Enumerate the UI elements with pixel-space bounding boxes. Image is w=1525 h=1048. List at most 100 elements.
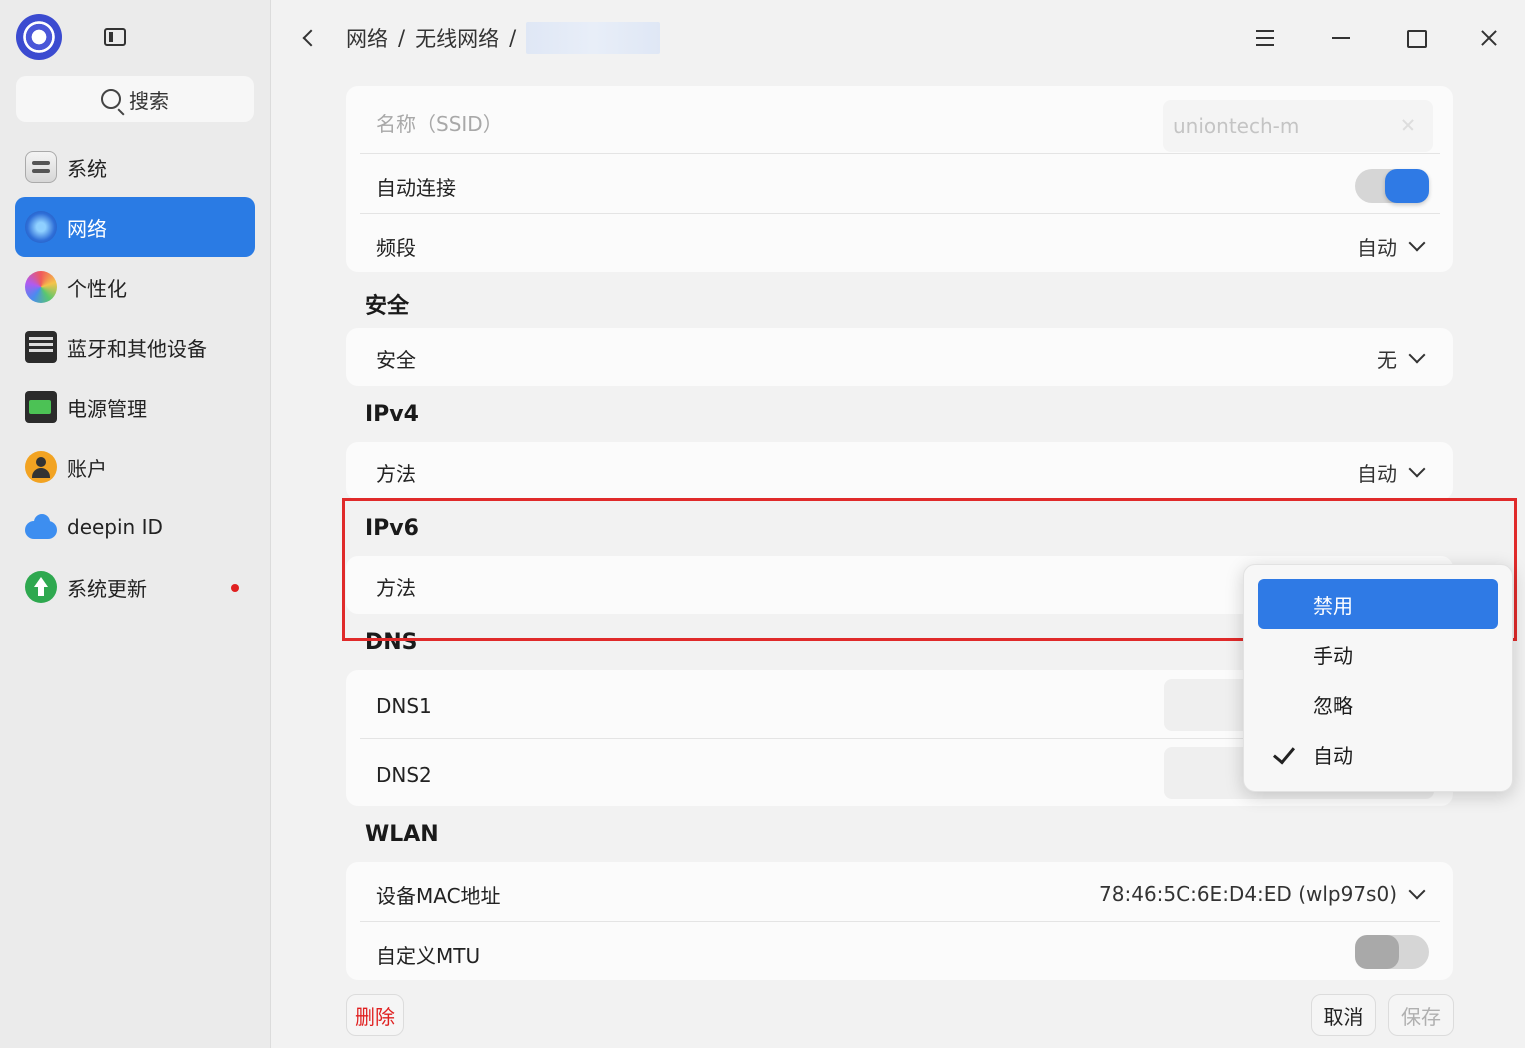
breadcrumb-redacted-ssid [526,22,661,54]
menu-icon[interactable] [1249,22,1281,54]
sidebar-item-personalization[interactable]: 个性化 [15,257,255,317]
close-icon[interactable] [1473,22,1505,54]
system-icon [25,151,57,183]
divider [360,153,1440,154]
sidebar-item-label: 电源管理 [67,396,147,421]
mac-label: 设备MAC地址 [376,883,501,908]
security-label: 安全 [376,347,416,372]
mtu-label: 自定义MTU [376,943,481,968]
checkmark-icon [1272,741,1296,765]
sidebar-item-accounts[interactable]: 账户 [15,437,255,497]
clear-icon [1401,118,1415,132]
sidebar-item-system[interactable]: 系统 [15,137,255,197]
security-row: 安全 无 [346,328,1453,388]
ssid-value: uniontech-m [1173,114,1300,138]
chevron-down-icon [1408,882,1426,900]
save-button[interactable]: 保存 [1388,994,1454,1036]
app-logo-icon [16,14,62,60]
auto-connect-row: 自动连接 [346,156,1453,216]
sidebar-item-bluetooth[interactable]: 蓝牙和其他设备 [15,317,255,377]
ipv4-method-select[interactable]: 自动 [1357,458,1426,487]
band-value: 自动 [1357,235,1397,260]
auto-connect-toggle[interactable] [1355,169,1429,203]
mac-select[interactable]: 78:46:5C:6E:D4:ED (wlp97s0) [1099,882,1426,906]
general-card: 名称（SSID） uniontech-m 自动连接 频段 自动 [346,86,1453,272]
ipv4-section-title: IPv4 [365,402,419,427]
sidebar-item-label: 系统更新 [67,576,147,601]
chevron-down-icon [1408,460,1426,478]
dropdown-option-disable[interactable]: 禁用 [1258,579,1498,629]
breadcrumb-network[interactable]: 网络 [346,23,388,53]
network-globe-icon [25,211,57,243]
wlan-card: 设备MAC地址 78:46:5C:6E:D4:ED (wlp97s0) 自定义M… [346,862,1453,980]
toggle-knob [1355,935,1399,969]
maximize-icon[interactable] [1399,22,1431,54]
sidebar-item-label: 个性化 [67,276,127,301]
dropdown-option-manual[interactable]: 手动 [1258,629,1498,679]
toggle-knob [1385,169,1429,203]
mtu-row: 自定义MTU [346,924,1453,984]
ipv4-card: 方法 自动 [346,442,1453,500]
sidebar-item-power[interactable]: 电源管理 [15,377,255,437]
option-label: 自动 [1313,743,1353,768]
option-label: 手动 [1313,643,1353,668]
sidebar-nav: 系统 网络 个性化 蓝牙和其他设备 电源管理 账户 deepin ID 系统更新 [15,137,255,617]
dropdown-option-ignore[interactable]: 忽略 [1258,679,1498,729]
divider [360,921,1440,922]
ipv4-method-row: 方法 自动 [346,442,1453,502]
sidebar-item-label: deepin ID [67,515,163,539]
auto-connect-label: 自动连接 [376,175,456,200]
band-select[interactable]: 自动 [1357,232,1426,261]
option-label: 禁用 [1313,593,1353,618]
update-badge [231,584,239,592]
delete-button[interactable]: 删除 [346,994,404,1036]
ipv6-section-title: IPv6 [365,516,419,541]
sidebar-item-label: 系统 [67,156,107,181]
security-select[interactable]: 无 [1377,344,1426,373]
mac-row: 设备MAC地址 78:46:5C:6E:D4:ED (wlp97s0) [346,864,1453,924]
ssid-field: uniontech-m [1163,100,1433,152]
ipv4-method-value: 自动 [1357,461,1397,486]
minimize-icon[interactable] [1325,22,1357,54]
dns-section-title: DNS [365,630,418,655]
chevron-down-icon [1408,234,1426,252]
dns1-label: DNS1 [376,694,432,718]
sidebar-item-deepin-id[interactable]: deepin ID [15,497,255,557]
cloud-icon [25,511,57,543]
sidebar-item-label: 账户 [67,456,107,481]
security-value: 无 [1377,347,1397,372]
search-label: 搜索 [129,88,169,113]
security-section-title: 安全 [365,294,410,319]
ipv6-method-label: 方法 [376,575,416,600]
sidebar: 搜索 系统 网络 个性化 蓝牙和其他设备 电源管理 账户 deepin ID 系… [0,0,271,1048]
security-card: 安全 无 [346,328,1453,386]
update-arrow-icon [25,571,57,603]
breadcrumb-separator: / [509,26,517,50]
sidebar-toggle-icon[interactable] [104,28,126,46]
sidebar-item-network[interactable]: 网络 [15,197,255,257]
option-label: 忽略 [1313,693,1353,718]
user-icon [25,451,57,483]
search-icon [101,89,121,109]
ipv4-method-label: 方法 [376,461,416,486]
band-row: 频段 自动 [346,216,1453,276]
dropdown-option-auto[interactable]: 自动 [1258,729,1498,779]
title-bar: 网络 / 无线网络 / [271,0,1525,76]
sidebar-item-label: 网络 [67,216,107,241]
breadcrumb: 网络 / 无线网络 / [346,22,661,54]
devices-icon [25,331,57,363]
back-button[interactable] [299,26,319,50]
breadcrumb-wireless[interactable]: 无线网络 [415,23,499,53]
dns2-label: DNS2 [376,763,432,787]
cancel-button[interactable]: 取消 [1311,994,1376,1036]
band-label: 频段 [376,235,416,260]
ssid-label: 名称（SSID） [376,111,503,136]
ipv6-method-dropdown: 禁用 手动 忽略 自动 [1243,564,1513,792]
battery-icon [25,391,57,423]
palette-icon [25,271,57,303]
chevron-down-icon [1408,346,1426,364]
search-input[interactable]: 搜索 [16,76,254,122]
sidebar-item-update[interactable]: 系统更新 [15,557,255,617]
breadcrumb-separator: / [398,26,406,50]
mtu-toggle[interactable] [1355,935,1429,969]
